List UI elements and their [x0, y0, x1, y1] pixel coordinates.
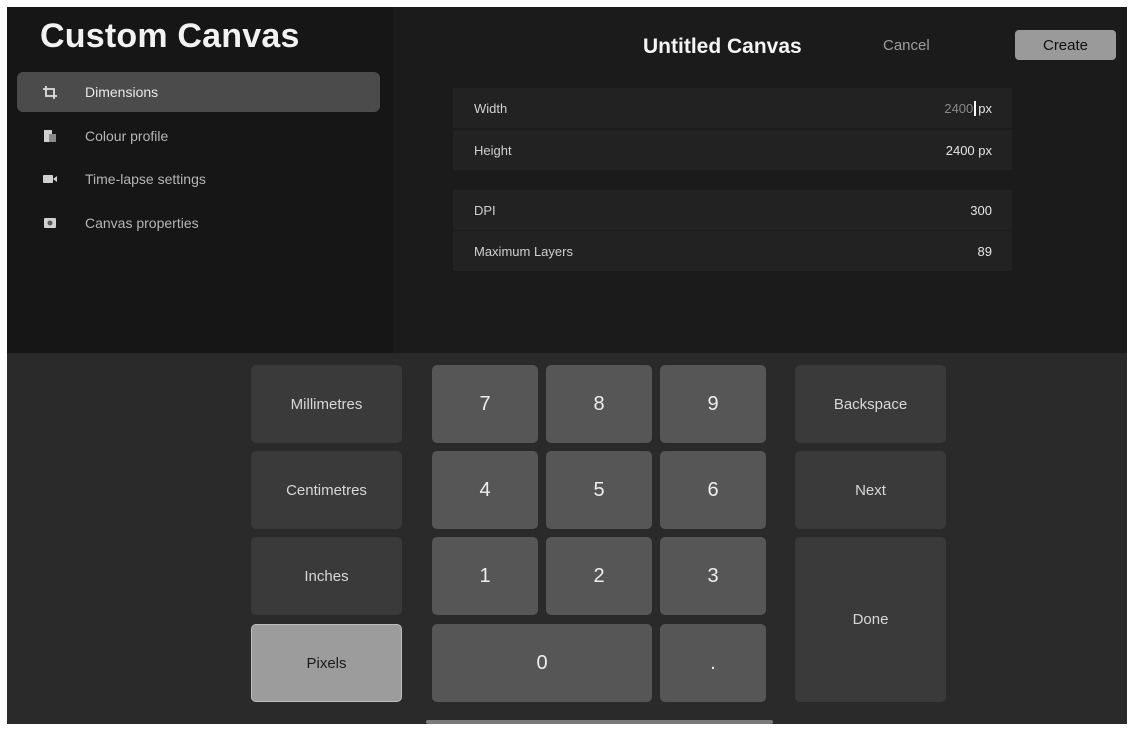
- width-value-group: 2400 px: [944, 100, 992, 116]
- key-1[interactable]: 1: [432, 537, 538, 615]
- sidebar: Custom Canvas Dimensions Colour profile …: [7, 7, 393, 353]
- colour-profile-icon: [39, 125, 61, 147]
- sidebar-item-time-lapse[interactable]: Time-lapse settings: [17, 159, 380, 199]
- sidebar-item-canvas-properties[interactable]: Canvas properties: [17, 203, 380, 243]
- sidebar-item-label: Dimensions: [85, 84, 159, 100]
- dimensions-icon: [39, 81, 61, 103]
- width-unit: px: [978, 100, 992, 116]
- unit-pixels-button[interactable]: Pixels: [251, 624, 402, 702]
- key-3[interactable]: 3: [660, 537, 766, 615]
- max-layers-field[interactable]: Maximum Layers 89: [453, 231, 1012, 271]
- key-8[interactable]: 8: [546, 365, 652, 443]
- unit-centimetres-button[interactable]: Centimetres: [251, 451, 402, 529]
- cancel-button[interactable]: Cancel: [883, 37, 930, 54]
- width-field[interactable]: Width 2400 px: [453, 88, 1012, 128]
- sidebar-item-label: Colour profile: [85, 128, 169, 144]
- sidebar-item-label: Canvas properties: [85, 215, 199, 231]
- next-button[interactable]: Next: [795, 451, 946, 529]
- key-5[interactable]: 5: [546, 451, 652, 529]
- done-button[interactable]: Done: [795, 537, 946, 702]
- height-field[interactable]: Height 2400 px: [453, 130, 1012, 170]
- unit-millimetres-button[interactable]: Millimetres: [251, 365, 402, 443]
- custom-canvas-window: Custom Canvas Dimensions Colour profile …: [7, 7, 1127, 724]
- app-title: Custom Canvas: [40, 17, 300, 55]
- canvas-name: Untitled Canvas: [643, 35, 802, 58]
- home-indicator: [426, 720, 773, 724]
- max-layers-value: 89: [977, 243, 992, 259]
- key-7[interactable]: 7: [432, 365, 538, 443]
- key-0[interactable]: 0: [432, 624, 652, 702]
- dpi-value: 300: [970, 202, 992, 218]
- key-6[interactable]: 6: [660, 451, 766, 529]
- max-layers-label: Maximum Layers: [474, 243, 573, 259]
- key-decimal-point[interactable]: .: [660, 624, 766, 702]
- height-label: Height: [474, 142, 512, 158]
- video-camera-icon: [39, 168, 61, 190]
- height-value: 2400 px: [945, 142, 992, 158]
- key-2[interactable]: 2: [546, 537, 652, 615]
- text-caret: [974, 100, 977, 116]
- dpi-label: DPI: [474, 202, 496, 218]
- key-4[interactable]: 4: [432, 451, 538, 529]
- unit-inches-button[interactable]: Inches: [251, 537, 402, 615]
- dpi-field[interactable]: DPI 300: [453, 190, 1012, 230]
- key-9[interactable]: 9: [660, 365, 766, 443]
- create-button[interactable]: Create: [1015, 30, 1116, 60]
- backspace-button[interactable]: Backspace: [795, 365, 946, 443]
- width-label: Width: [474, 100, 508, 116]
- width-value: 2400: [944, 100, 974, 116]
- sidebar-item-label: Time-lapse settings: [85, 171, 206, 187]
- sidebar-item-dimensions[interactable]: Dimensions: [17, 72, 380, 112]
- sidebar-item-colour-profile[interactable]: Colour profile: [17, 116, 380, 156]
- canvas-properties-icon: [39, 212, 61, 234]
